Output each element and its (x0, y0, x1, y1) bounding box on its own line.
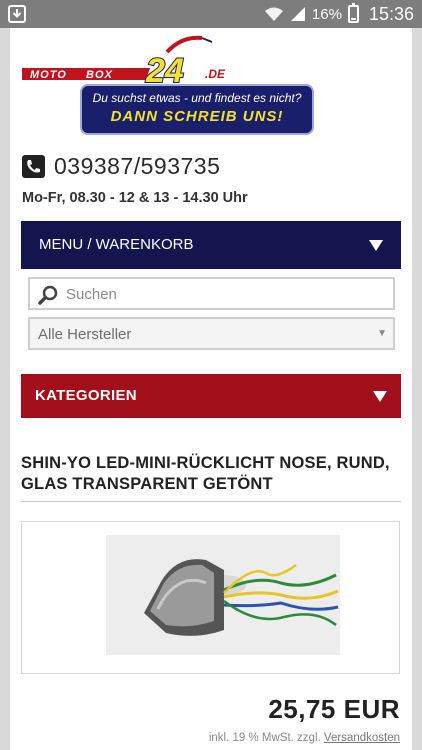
triangle-down-icon (369, 240, 383, 251)
page-gutter-left (0, 28, 10, 750)
motobox24-logo[interactable]: MOTO BOX 24 .DE (22, 32, 272, 88)
menu-label: MENU / WARENKORB (39, 236, 194, 253)
search-icon (38, 285, 58, 305)
manufacturer-selected: Alle Hersteller (38, 326, 132, 343)
triangle-down-icon (373, 391, 387, 402)
shipping-costs-link[interactable]: Versandkosten (324, 732, 400, 744)
banner-cta: DANN SCHREIB UNS! (110, 108, 284, 125)
menu-cart-toggle[interactable]: MENU / WARENKORB (21, 221, 401, 269)
product-title: SHIN-YO LED-MINI-RÜCKLICHT NOSE, RUND, G… (21, 454, 390, 493)
phone-number: 039387/593735 (54, 152, 221, 179)
product-image[interactable] (106, 535, 340, 655)
page: MOTO BOX 24 .DE Du suchst etwas - und fi… (10, 28, 412, 750)
svg-text:BOX: BOX (86, 69, 113, 81)
phone-row[interactable]: 039387/593735 (22, 151, 220, 181)
categories-label: KATEGORIEN (35, 387, 137, 404)
clock: 15:36 (368, 3, 414, 24)
vat-note: inkl. 19 % MwSt. zzgl. Versandkosten (209, 732, 400, 744)
categories-toggle[interactable]: KATEGORIEN (21, 374, 401, 418)
caret-down-icon: ▼ (377, 328, 387, 339)
download-icon (8, 5, 26, 23)
divider (21, 501, 401, 502)
svg-text:.DE: .DE (205, 67, 226, 81)
svg-text:MOTO: MOTO (30, 69, 67, 81)
signal-icon (290, 7, 305, 21)
product-image-frame (21, 521, 400, 674)
contact-banner[interactable]: Du suchst etwas - und findest es nicht? … (80, 84, 314, 135)
product-price: 25,75 EUR (268, 694, 400, 724)
vat-text: inkl. 19 % MwSt. zzgl. (208, 732, 321, 744)
search-input[interactable]: Suchen (28, 277, 395, 310)
manufacturer-select[interactable]: Alle Hersteller ▼ (28, 317, 395, 350)
svg-text:24: 24 (145, 52, 184, 88)
wifi-icon (264, 7, 283, 21)
banner-question: Du suchst etwas - und findest es nicht? (92, 91, 302, 105)
battery-percent: 16% (311, 5, 342, 23)
phone-icon (22, 154, 45, 178)
status-bar: 16% 15:36 (0, 0, 422, 28)
page-gutter-right (412, 28, 422, 750)
search-placeholder: Suchen (66, 286, 117, 303)
opening-hours: Mo-Fr, 08.30 - 12 & 13 - 14.30 Uhr (22, 190, 248, 206)
battery-icon (347, 3, 359, 23)
